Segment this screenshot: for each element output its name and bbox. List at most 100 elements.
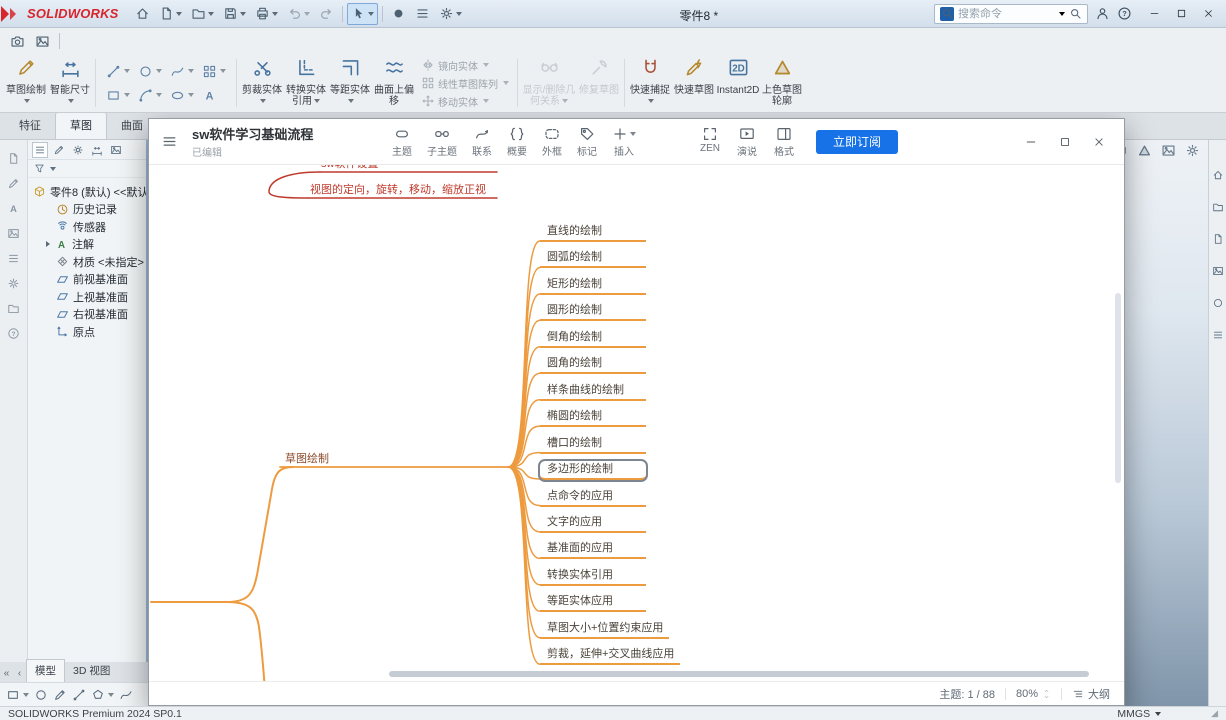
marker-button[interactable]: 标记 bbox=[577, 126, 597, 158]
vertical-scrollbar[interactable] bbox=[1115, 293, 1121, 483]
filter-dropdown-icon[interactable] bbox=[50, 166, 56, 171]
login-button[interactable] bbox=[1095, 6, 1110, 21]
rapid-sketch-button[interactable]: 快速草图 bbox=[672, 54, 716, 112]
custom-properties-tab[interactable] bbox=[1212, 328, 1224, 346]
displaymanager-tab[interactable] bbox=[109, 143, 123, 157]
topic[interactable]: 文字的应用 bbox=[540, 514, 646, 533]
side-tool-6[interactable] bbox=[7, 277, 20, 290]
subtopic-button[interactable]: 子主题 bbox=[427, 126, 457, 158]
tree-filter[interactable] bbox=[28, 160, 146, 178]
side-tool-5[interactable] bbox=[7, 252, 20, 265]
design-library-tab[interactable] bbox=[1212, 200, 1224, 218]
minimize-window-button[interactable] bbox=[1018, 130, 1044, 154]
tree-item[interactable]: 材质 <未指定> bbox=[28, 253, 146, 271]
view-tab-1[interactable]: 模型 bbox=[26, 659, 65, 682]
tree-item[interactable]: 右视基准面 bbox=[28, 306, 146, 324]
smart-dimension-button[interactable]: 智能尺寸 bbox=[48, 54, 92, 112]
tab-nav-2[interactable]: ‹ bbox=[13, 668, 26, 682]
tab-features[interactable]: 特征 bbox=[5, 113, 55, 139]
side-tool-1[interactable] bbox=[7, 152, 20, 165]
circle-tool-button[interactable] bbox=[34, 688, 48, 702]
units-selector[interactable]: MMGS bbox=[1117, 708, 1162, 720]
topic[interactable]: 圆形的绘制 bbox=[540, 302, 646, 322]
expand-arrow[interactable] bbox=[46, 241, 50, 248]
close-button[interactable] bbox=[1195, 2, 1222, 26]
text-tool-button[interactable]: A bbox=[200, 83, 228, 107]
trim-entities-button[interactable]: 剪裁实体 bbox=[240, 54, 284, 112]
insert-button[interactable]: 插入 bbox=[612, 126, 636, 158]
topic-button[interactable]: 主题 bbox=[392, 126, 412, 158]
zoom-control[interactable]: 80% bbox=[1016, 688, 1051, 700]
instant2d-button[interactable]: 2D Instant2D bbox=[716, 54, 760, 112]
branch-topic[interactable]: 草图绘制 bbox=[285, 450, 329, 466]
tree-item[interactable]: 零件8 (默认) <<默认>_ bbox=[28, 183, 146, 201]
topic[interactable]: 矩形的绘制 bbox=[540, 276, 646, 295]
resize-grip[interactable]: ◢ bbox=[1211, 708, 1218, 719]
sketch-pattern-tool-button[interactable] bbox=[200, 59, 228, 83]
rebuild-button[interactable] bbox=[387, 3, 410, 25]
topic[interactable]: 椭圆的绘制 bbox=[540, 408, 646, 428]
view-settings-button[interactable] bbox=[1185, 143, 1200, 163]
polygon-tool-button[interactable] bbox=[91, 688, 114, 702]
topic[interactable]: 转换实体引用 bbox=[540, 567, 646, 586]
undo-button[interactable] bbox=[283, 3, 314, 25]
tab-nav-1[interactable]: « bbox=[0, 668, 13, 682]
repair-sketch-button[interactable]: 修复草图 bbox=[577, 54, 621, 112]
new-document-button[interactable] bbox=[155, 3, 186, 25]
topic[interactable]: 草图大小+位置约束应用 bbox=[540, 620, 670, 639]
rectangle-tool-button[interactable] bbox=[6, 688, 29, 702]
minimize-button[interactable] bbox=[1141, 2, 1168, 26]
side-tool-2[interactable] bbox=[7, 177, 20, 190]
topic[interactable]: 点命令的应用 bbox=[540, 488, 646, 507]
display-delete-relations-button[interactable]: 显示/删除几何关系 bbox=[521, 54, 577, 112]
relationship-button[interactable]: 联系 bbox=[472, 126, 492, 158]
topic[interactable]: 等距实体应用 bbox=[540, 593, 646, 613]
circle-tool-button[interactable] bbox=[136, 59, 164, 83]
shaded-sketch-contours-button[interactable]: 上色草图轮廓 bbox=[760, 54, 804, 112]
command-list-button[interactable] bbox=[411, 3, 434, 25]
options-button[interactable] bbox=[435, 3, 466, 25]
side-tool-4[interactable] bbox=[7, 227, 20, 240]
redo-button[interactable] bbox=[315, 3, 338, 25]
view-palette-tab[interactable] bbox=[1212, 264, 1224, 282]
tree-item[interactable]: A 注解 bbox=[28, 236, 146, 254]
tree-item[interactable]: 前视基准面 bbox=[28, 271, 146, 289]
side-tool-3[interactable]: A bbox=[7, 202, 20, 215]
outline-button[interactable]: 大纲 bbox=[1072, 686, 1110, 702]
topic[interactable]: 倒角的绘制 bbox=[540, 329, 646, 348]
insert-picture-button[interactable] bbox=[31, 30, 54, 52]
quick-snaps-button[interactable]: 快速捕捉 bbox=[628, 54, 672, 112]
boundary-button[interactable]: 外框 bbox=[542, 126, 562, 158]
tab-sketch[interactable]: 草图 bbox=[55, 112, 107, 139]
solidworks-resources-tab[interactable] bbox=[1212, 168, 1224, 186]
topic[interactable]: sw软件设置 bbox=[321, 165, 378, 171]
zen-mode-button[interactable]: ZEN bbox=[700, 126, 720, 158]
topic[interactable]: 样条曲线的绘制 bbox=[540, 382, 646, 401]
home-button[interactable] bbox=[131, 3, 154, 25]
sketch-tool-button[interactable] bbox=[53, 688, 67, 702]
help-button[interactable]: ? bbox=[1117, 6, 1132, 21]
selected-topic[interactable]: 多边形的绘制 bbox=[540, 461, 646, 481]
sketch-button[interactable]: 草图绘制 bbox=[4, 54, 48, 112]
tree-item[interactable]: 原点 bbox=[28, 323, 146, 341]
ellipse-tool-button[interactable] bbox=[168, 83, 196, 107]
appearances-tab[interactable] bbox=[1212, 296, 1224, 314]
save-button[interactable] bbox=[219, 3, 250, 25]
close-window-button[interactable] bbox=[1086, 130, 1112, 154]
topic[interactable]: 视图的定向，旋转，移动，缩放正视 bbox=[310, 181, 486, 197]
print-button[interactable] bbox=[251, 3, 282, 25]
topic[interactable]: 圆弧的绘制 bbox=[540, 249, 646, 269]
hide-show-items-button[interactable] bbox=[1161, 143, 1176, 163]
rectangle-tool-button[interactable] bbox=[104, 83, 132, 107]
line-tool-button[interactable] bbox=[104, 59, 132, 83]
featuremanager-tab[interactable] bbox=[32, 141, 48, 158]
topic[interactable]: 圆角的绘制 bbox=[540, 355, 646, 375]
menu-button[interactable] bbox=[161, 133, 178, 150]
subscribe-button[interactable]: 立即订阅 bbox=[816, 129, 899, 154]
tree-item[interactable]: 上视基准面 bbox=[28, 288, 146, 306]
tree-item[interactable]: 历史记录 bbox=[28, 201, 146, 219]
side-tool-8[interactable]: ? bbox=[7, 327, 20, 340]
horizontal-scrollbar[interactable] bbox=[389, 671, 1089, 677]
tree-item[interactable]: 传感器 bbox=[28, 218, 146, 236]
topic[interactable]: 基准面的应用 bbox=[540, 540, 646, 560]
